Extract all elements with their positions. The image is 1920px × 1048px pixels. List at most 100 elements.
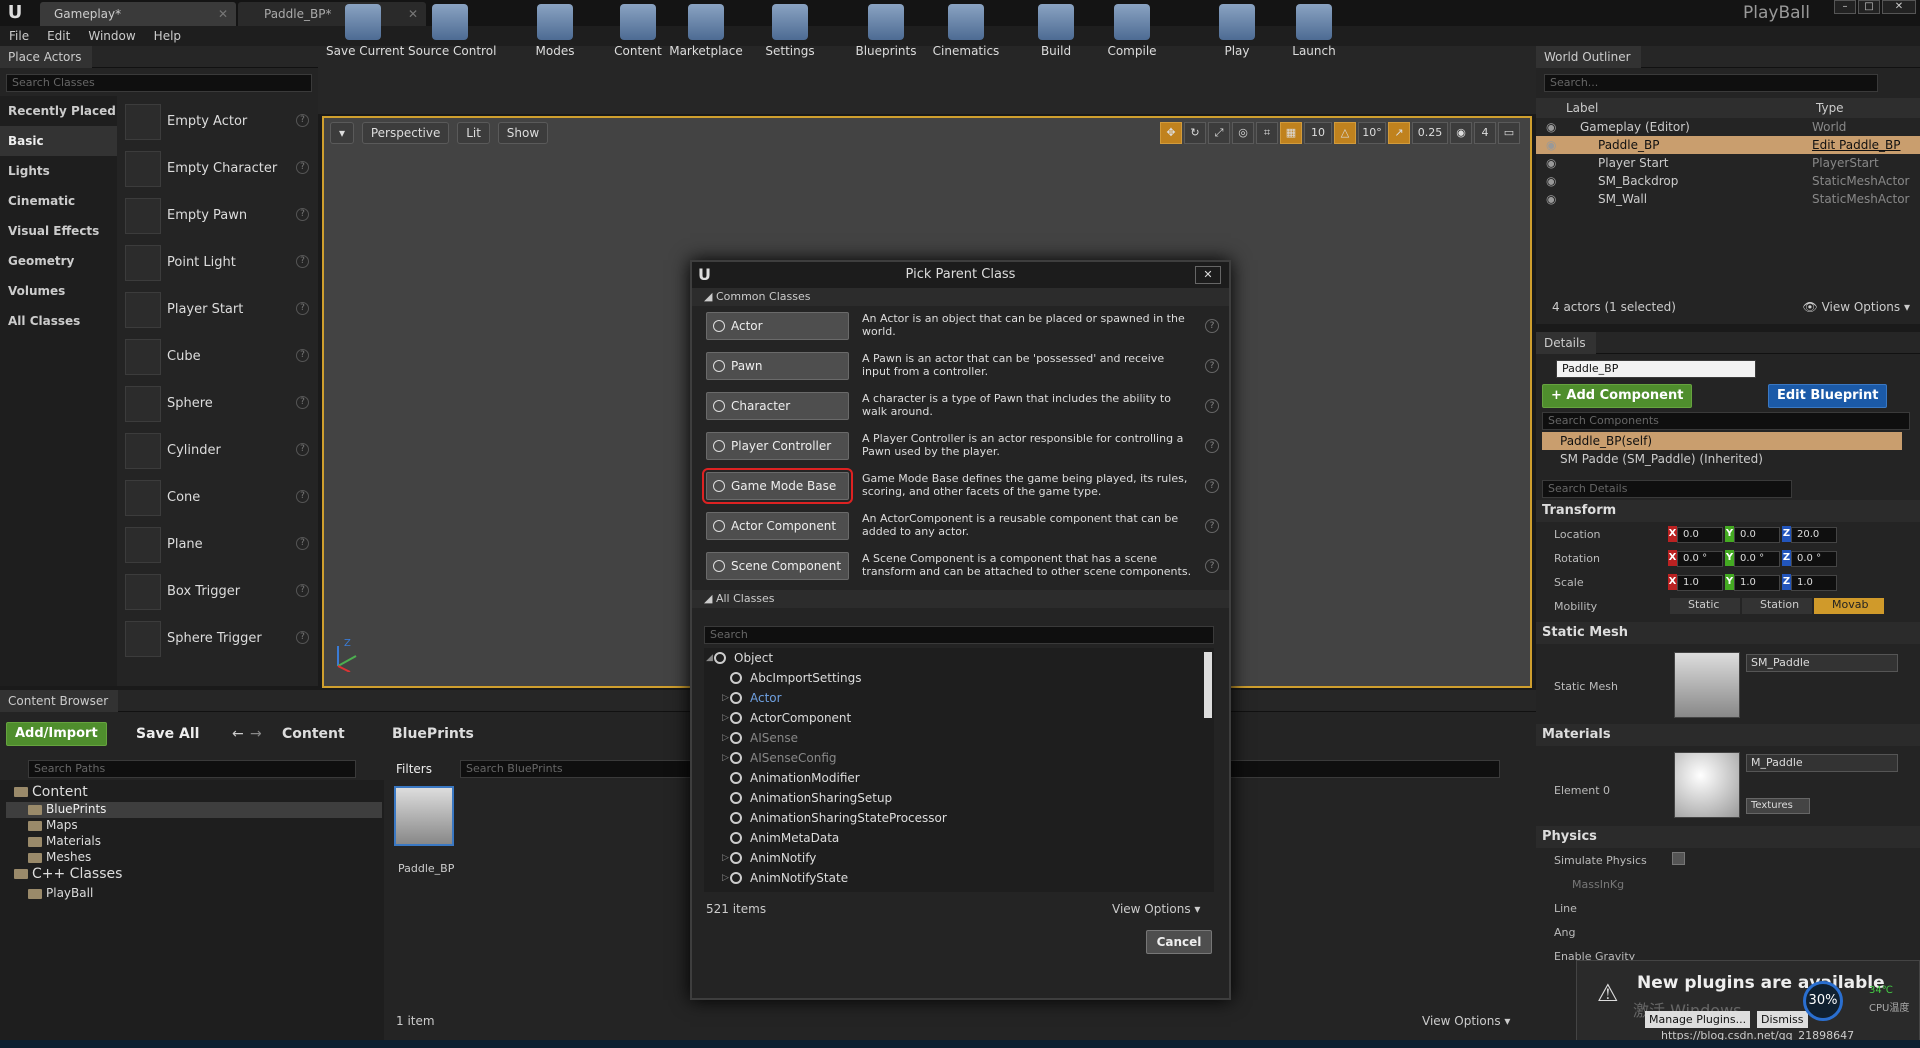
class-tree-scrollbar[interactable] [1204, 652, 1212, 718]
material-dropdown[interactable]: M_Paddle [1746, 754, 1898, 772]
toolbar-button-content[interactable]: Content [610, 4, 666, 64]
add-component-button[interactable]: + Add Component [1542, 384, 1693, 408]
help-icon[interactable]: ? [296, 584, 309, 597]
edit-blueprint-button[interactable]: Edit Blueprint [1768, 384, 1888, 408]
type-column[interactable]: Type [1816, 98, 1844, 118]
folder-materials[interactable]: Materials [28, 834, 101, 848]
common-classes-header[interactable]: ◢ Common Classes [692, 288, 1229, 306]
transform-section[interactable]: Transform [1536, 500, 1920, 522]
rotation-snap-icon[interactable]: △ [1334, 122, 1356, 144]
breadcrumb-blueprints[interactable]: BluePrints [392, 726, 474, 742]
class-button-actor-component[interactable]: Actor Component [706, 512, 849, 540]
help-icon[interactable]: ? [296, 208, 309, 221]
eye-icon[interactable]: ◉ [1546, 136, 1556, 154]
scale-snap-icon[interactable]: ↗ [1388, 122, 1410, 144]
help-icon[interactable]: ? [296, 631, 309, 644]
lit-button[interactable]: Lit [457, 122, 490, 144]
camera-speed-icon[interactable]: ◉ [1450, 122, 1472, 144]
actor-item[interactable]: Cube? [125, 333, 315, 380]
outliner-row[interactable]: ◉ Paddle_BP Edit Paddle_BP [1536, 136, 1920, 154]
place-actors-tab[interactable]: Place Actors [0, 46, 92, 68]
breadcrumb-content[interactable]: Content [282, 726, 345, 742]
folder-blueprints[interactable]: BluePrints [28, 802, 106, 816]
actor-item[interactable]: Point Light? [125, 239, 315, 286]
actor-item[interactable]: Empty Actor? [125, 98, 315, 145]
static-mesh-section[interactable]: Static Mesh [1536, 622, 1920, 644]
forward-icon[interactable]: → [250, 726, 262, 742]
minimize-icon[interactable]: – [1834, 0, 1856, 14]
close-icon[interactable]: ✕ [218, 2, 228, 26]
help-icon[interactable]: ? [1205, 319, 1219, 333]
help-icon[interactable]: ? [296, 302, 309, 315]
class-tree-item[interactable]: ▷ AISenseConfig [704, 748, 1214, 768]
toolbar-button-build[interactable]: Build [1020, 4, 1092, 64]
help-icon[interactable]: ? [296, 349, 309, 362]
class-tree-item[interactable]: ▷ AnimNotify [704, 848, 1214, 868]
category-recently-placed[interactable]: Recently Placed [0, 96, 117, 126]
outliner-row[interactable]: ◉ SM_Backdrop StaticMeshActor [1536, 172, 1920, 190]
maximize-icon[interactable]: □ [1858, 0, 1880, 14]
category-basic[interactable]: Basic [0, 126, 117, 156]
outliner-view-options[interactable]: 👁 View Options ▾ [1803, 300, 1911, 314]
mobility-static[interactable]: Static [1670, 598, 1740, 614]
all-classes-header[interactable]: ◢ All Classes [692, 590, 1229, 608]
menu-help[interactable]: Help [145, 26, 190, 46]
doc-tab-gameplay[interactable]: Gameplay* ✕ [40, 2, 236, 26]
dismiss-button[interactable]: Dismiss [1757, 1011, 1808, 1028]
toolbar-button-blueprints[interactable]: Blueprints [850, 4, 922, 64]
scale-z[interactable]: 1.0 [1791, 575, 1837, 591]
actor-item[interactable]: Player Start? [125, 286, 315, 333]
help-icon[interactable]: ? [296, 490, 309, 503]
folder-meshes[interactable]: Meshes [28, 850, 91, 864]
save-all-button[interactable]: Save All [136, 726, 199, 742]
class-tree-item[interactable]: ▷ AssetBakeOptions [704, 888, 1214, 892]
class-tree-item[interactable]: AnimationModifier [704, 768, 1214, 788]
close-window-icon[interactable]: ✕ [1882, 0, 1916, 14]
eye-icon[interactable]: ◉ [1546, 118, 1556, 136]
expand-arrow-icon[interactable]: ▷ [722, 728, 729, 748]
mobility-station[interactable]: Station [1742, 598, 1812, 614]
rotation-z[interactable]: 0.0 ° [1791, 551, 1837, 567]
materials-section[interactable]: Materials [1536, 724, 1920, 746]
actor-item[interactable]: Cone? [125, 474, 315, 521]
world-icon[interactable]: ◎ [1232, 122, 1254, 144]
help-icon[interactable]: ? [296, 396, 309, 409]
textures-dropdown[interactable]: Textures [1746, 798, 1810, 814]
viewport-menu-button[interactable]: ▾ [330, 122, 355, 144]
cb-view-options[interactable]: View Options ▾ [1422, 1014, 1510, 1028]
eye-icon[interactable]: ◉ [1546, 190, 1556, 208]
toolbar-button-marketplace[interactable]: Marketplace [668, 4, 744, 64]
category-visual-effects[interactable]: Visual Effects [0, 216, 117, 246]
class-tree-item[interactable]: AbcImportSettings [704, 668, 1214, 688]
outliner-row[interactable]: ◉ Player Start PlayerStart [1536, 154, 1920, 172]
outliner-row[interactable]: ◉ SM_Wall StaticMeshActor [1536, 190, 1920, 208]
asset-thumbnail-paddle-bp[interactable] [394, 786, 454, 846]
location-x[interactable]: 0.0 [1677, 527, 1723, 543]
toolbar-button-compile[interactable]: Compile [1094, 4, 1170, 64]
grid-size[interactable]: 10 [1304, 122, 1332, 144]
world-outliner-tab[interactable]: World Outliner [1536, 46, 1641, 68]
scale-size[interactable]: 0.25 [1412, 122, 1448, 144]
expand-arrow-icon[interactable]: ▷ [722, 688, 729, 708]
help-icon[interactable]: ? [296, 443, 309, 456]
back-icon[interactable]: ← [232, 726, 244, 742]
actor-item[interactable]: Empty Pawn? [125, 192, 315, 239]
expand-arrow-icon[interactable]: ▷ [722, 708, 729, 728]
component-sm-paddle[interactable]: SM Padde (SM_Paddle) (Inherited) [1560, 452, 1763, 466]
menu-edit[interactable]: Edit [38, 26, 79, 46]
search-components-input[interactable]: Search Components [1542, 412, 1910, 430]
class-button-actor[interactable]: Actor [706, 312, 849, 340]
location-y[interactable]: 0.0 [1734, 527, 1780, 543]
expand-arrow-icon[interactable]: ▷ [722, 848, 729, 868]
scale-y[interactable]: 1.0 [1734, 575, 1780, 591]
help-icon[interactable]: ? [1205, 439, 1219, 453]
expand-arrow-icon[interactable]: ▷ [722, 868, 729, 888]
folder-maps[interactable]: Maps [28, 818, 78, 832]
rotation-x[interactable]: 0.0 ° [1677, 551, 1723, 567]
location-z[interactable]: 20.0 [1791, 527, 1837, 543]
grid-snap-icon[interactable]: ▦ [1280, 122, 1302, 144]
toolbar-button-source-control[interactable]: Source Control [408, 4, 496, 64]
rotation-size[interactable]: 10° [1358, 122, 1386, 144]
actor-item[interactable]: Plane? [125, 521, 315, 568]
toolbar-button-modes[interactable]: Modes [528, 4, 582, 64]
